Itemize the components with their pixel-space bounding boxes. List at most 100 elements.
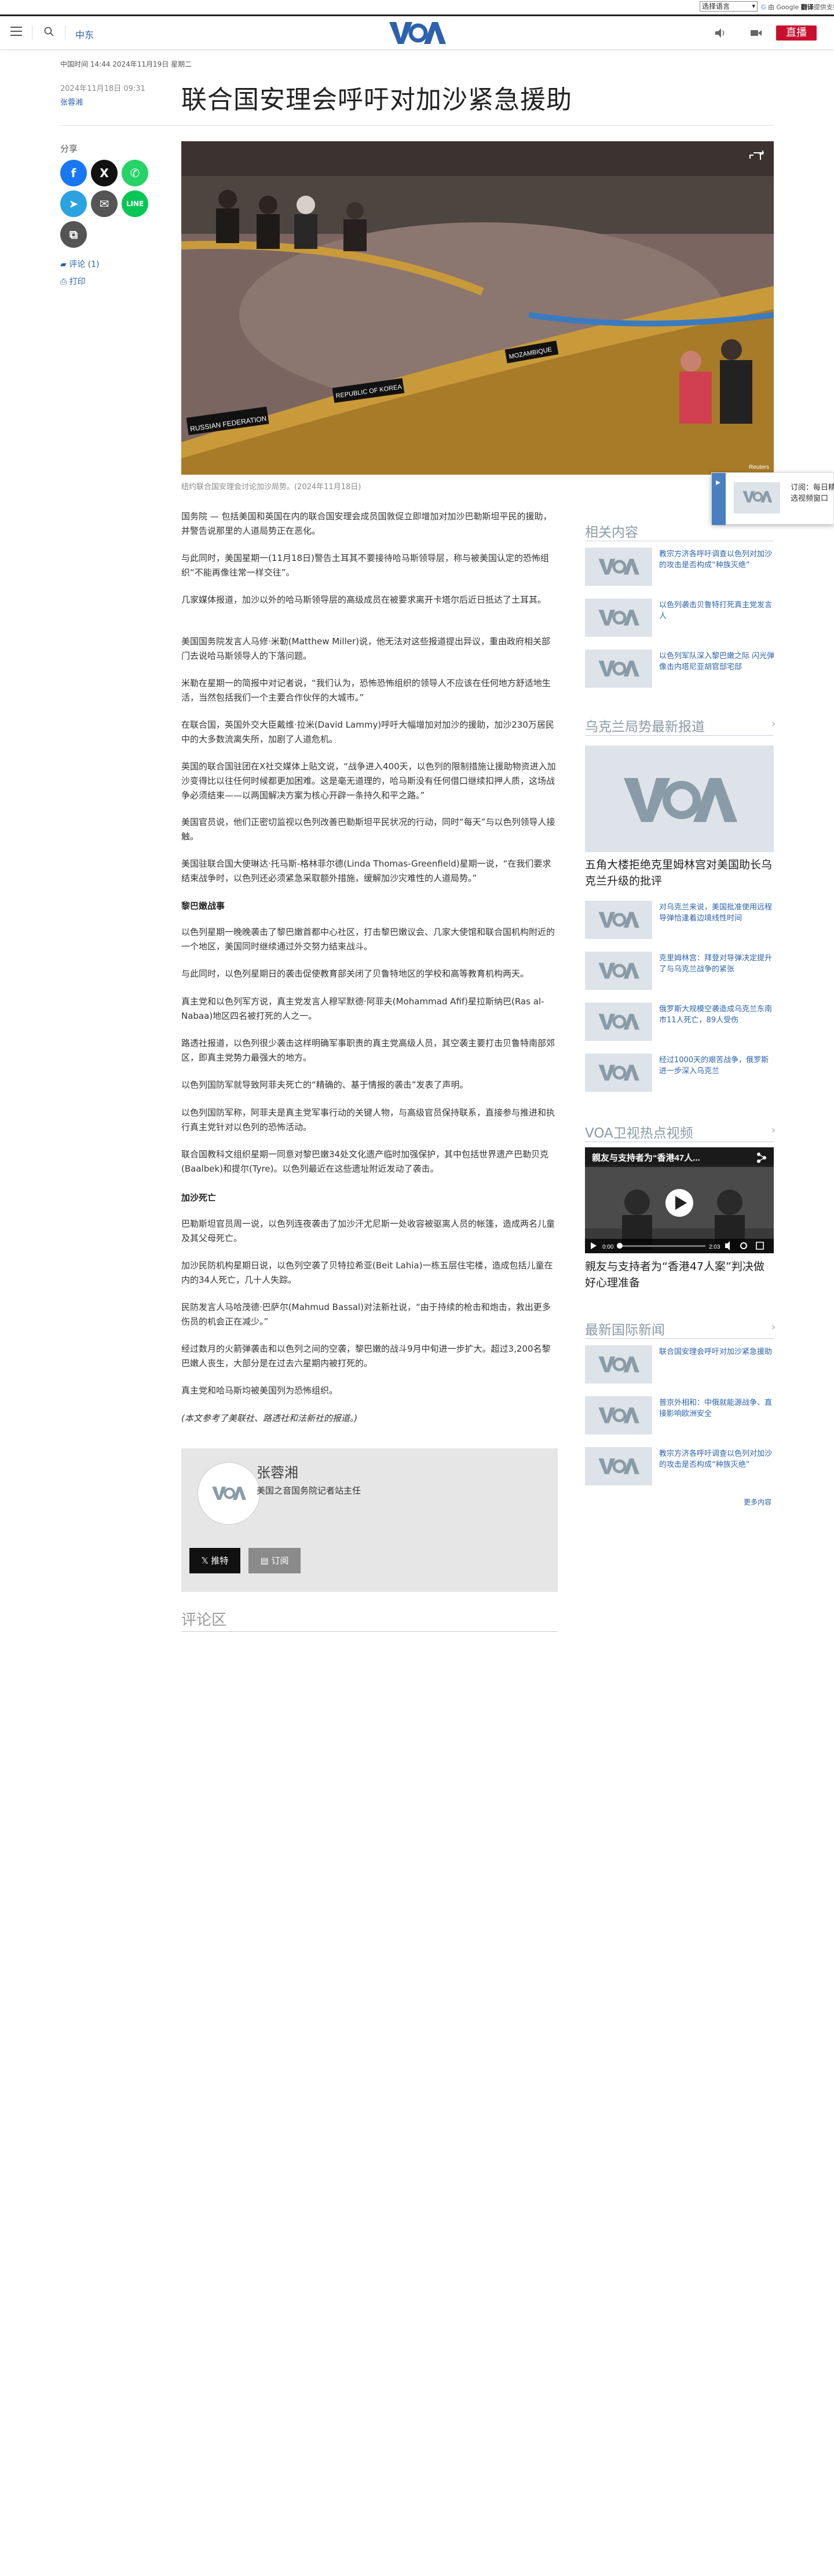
- ukraine-featured-image[interactable]: [585, 746, 774, 852]
- translate-suffix: 提供支持: [813, 3, 834, 11]
- related-thumbnail[interactable]: [585, 599, 652, 637]
- language-select[interactable]: 选择语言: [700, 1, 758, 12]
- line-icon: LINE: [126, 200, 144, 208]
- email-share-button[interactable]: ✉: [91, 190, 118, 217]
- body-paragraph: 在联合国，英国外交大臣戴维·拉米(David Lammy)呼吁大幅增加对加沙的援…: [181, 720, 554, 744]
- body-paragraph: 与此同时，以色列星期日的袭击促使教育部关闭了贝鲁特地区的学校和高等教育机构两天。: [181, 968, 529, 979]
- utility-bar: 选择语言 G 由 Google 翻译提供支持: [0, 0, 834, 16]
- body-paragraph: 以色列国防军就导致阿菲夫死亡的“精确的、基于情报的袭击”发表了声明。: [181, 1080, 469, 1090]
- video-icon[interactable]: [749, 27, 762, 39]
- video-scrubber[interactable]: [617, 1243, 623, 1249]
- image-caption: 纽约联合国安理会讨论加沙局势。(2024年11月18日): [181, 483, 361, 491]
- body-paragraph: 几家媒体报道，加沙以外的哈马斯领导层的高级成员在被要求离开卡塔尔后近日抵达了土耳…: [181, 595, 547, 605]
- intl-item[interactable]: 联合国安理会呼吁对加沙紧急援助: [659, 1346, 775, 1357]
- intl-heading[interactable]: 最新国际新闻 ›: [585, 1319, 776, 1338]
- intl-item[interactable]: 普京外相和：中俄就能源战争、直接影响欧洲安全: [659, 1397, 775, 1419]
- intl-thumbnail[interactable]: [585, 1345, 652, 1384]
- body-paragraph: 美国官员说，他们正密切监视以色列改善巴勒斯坦平民状况的行动，同时“每天”与以色列…: [181, 817, 555, 842]
- video-heading[interactable]: VOA卫视热点视频 ›: [585, 1122, 776, 1142]
- popup-text: 订阅：每日精选视频窗口: [791, 483, 834, 503]
- author-link[interactable]: 张蓉湘: [60, 96, 83, 107]
- chevron-right-icon: ›: [771, 718, 776, 730]
- sidebar-divider: [585, 735, 774, 736]
- whatsapp-share-button[interactable]: ✆: [122, 160, 148, 186]
- comments-link[interactable]: ▰ 评论 (1): [60, 258, 100, 270]
- author-avatar[interactable]: [197, 1462, 260, 1525]
- intl-thumbnail[interactable]: [585, 1396, 652, 1434]
- intl-thumbnail[interactable]: [585, 1447, 652, 1485]
- copy-link-button[interactable]: ⧉: [60, 221, 87, 248]
- video-progress[interactable]: [619, 1245, 705, 1247]
- body-paragraph: 巴勒斯坦官员周一说，以色列连夜袭击了加沙汗尤尼斯一处收容被驱离人员的帐篷，造成两…: [181, 1219, 555, 1243]
- share-label: 分享: [60, 144, 78, 154]
- ukraine-item[interactable]: 克里姆林宫：拜登对导弹决定提升了与乌克兰战争的紧张: [659, 953, 775, 975]
- ukraine-heading-label: 乌克兰局势最新报道: [585, 720, 705, 735]
- popup-logo: [734, 482, 780, 513]
- menu-icon[interactable]: [10, 27, 22, 37]
- related-item[interactable]: 以色列袭击贝鲁特打死真主党发言人: [659, 600, 775, 622]
- facebook-share-button[interactable]: f: [60, 160, 87, 186]
- title-divider: [60, 125, 774, 126]
- google-translate-credit[interactable]: G 由 Google 翻译提供支持: [761, 2, 834, 12]
- twitter-follow-button[interactable]: 𝕏 推特: [189, 1548, 240, 1573]
- collapse-icon[interactable]: ▸: [716, 476, 720, 487]
- popup-stripe[interactable]: ▸: [712, 473, 726, 525]
- subscribe-popup[interactable]: ▸ 订阅：每日精选视频窗口: [711, 472, 834, 525]
- facebook-icon: f: [71, 166, 76, 180]
- author-name[interactable]: 张蓉湘: [257, 1461, 298, 1481]
- intl-item[interactable]: 教宗方济各呼吁调查以色列对加沙的攻击是否构成“种族灭绝”: [659, 1448, 775, 1470]
- related-item[interactable]: 教宗方济各呼吁调查以色列对加沙的攻击是否构成“种族灭绝”: [659, 549, 775, 571]
- whatsapp-icon: ✆: [130, 166, 140, 180]
- video-caption[interactable]: 親友与支持者为“香港47人案”判决做好心理准备: [585, 1258, 774, 1291]
- related-thumbnail[interactable]: [585, 548, 652, 586]
- chevron-right-icon: ›: [771, 1321, 776, 1333]
- ukraine-item[interactable]: 对乌克兰来说，美国批准使用远程导弹恰逢着边境线性时间: [659, 902, 775, 924]
- ukraine-thumbnail[interactable]: [585, 952, 652, 990]
- translate-brand: 翻译: [800, 3, 814, 11]
- printer-icon: ⎙: [60, 277, 70, 287]
- author-role: 美国之音国务院记者站主任: [257, 1485, 361, 1496]
- x-icon: X: [100, 166, 109, 180]
- audio-icon[interactable]: [714, 27, 726, 39]
- ukraine-featured-title[interactable]: 五角大楼拒绝克里姆林宫对美国助长乌克兰升级的批评: [585, 857, 774, 889]
- category-link[interactable]: 中东: [75, 27, 94, 41]
- live-button[interactable]: 直播: [776, 25, 817, 41]
- play-icon[interactable]: [665, 1189, 693, 1217]
- hero-image[interactable]: RUSSIAN FEDERATION REPUBLIC OF KOREA MOZ…: [181, 141, 774, 475]
- translate-powered: 由 Google: [768, 3, 799, 11]
- subhead: 黎巴嫩战事: [181, 901, 225, 911]
- dateline: 中国时间 14:44 2024年11月19日 星期二: [60, 60, 192, 68]
- x-share-button[interactable]: X: [91, 160, 118, 186]
- body-paragraph: 路透社报道，以色列很少袭击这样明确军事职责的真主党高级人员，其空袭主要打击贝鲁特…: [181, 1038, 555, 1063]
- print-link-label: 打印: [69, 277, 86, 287]
- line-share-button[interactable]: LINE: [122, 190, 148, 217]
- ukraine-item[interactable]: 经过1000天的艰苦战争，俄罗斯进一步深入乌克兰: [659, 1055, 775, 1077]
- voa-logo[interactable]: [388, 21, 446, 45]
- more-link[interactable]: 更多内容: [744, 1497, 771, 1507]
- related-item[interactable]: 以色列军队深入黎巴嫩之际 闪光弹像击内塔尼亚胡官邸宅邸: [659, 651, 775, 673]
- email-icon: ✉: [99, 197, 109, 211]
- body-paragraph: 美国国务院发言人马修·米勒(Matthew Miller)说，他无法对这些报道提…: [181, 636, 550, 661]
- comments-heading: 评论区: [181, 1612, 227, 1629]
- body-paragraph: 加沙民防机构星期日说，以色列空袭了贝特拉希亚(Beit Lahia)一栋五层住宅…: [181, 1260, 553, 1285]
- ukraine-thumbnail[interactable]: [585, 1003, 652, 1041]
- intl-heading-label: 最新国际新闻: [585, 1323, 665, 1338]
- source-note: (本文参考了美联社、路透社和法新社的报道。): [181, 1413, 358, 1423]
- related-thumbnail[interactable]: [585, 649, 652, 688]
- ukraine-item[interactable]: 俄罗斯大规模空袭造成乌克兰东南市11人死亡，89人受伤: [659, 1004, 775, 1026]
- video-player[interactable]: 親友与支持者为“香港47人... 0:00 2:03: [585, 1147, 774, 1253]
- search-icon[interactable]: [43, 26, 55, 38]
- subscribe-button[interactable]: ▤ 订阅: [248, 1548, 301, 1573]
- body-paragraph: 与此同时，美国星期一(11月18日)警告土耳其不要接待哈马斯领导层，称与被美国认…: [181, 553, 549, 578]
- sidebar-divider: [585, 1338, 774, 1339]
- ukraine-heading[interactable]: 乌克兰局势最新报道 ›: [585, 715, 776, 735]
- print-link[interactable]: ⎙ 打印: [60, 276, 86, 287]
- ukraine-thumbnail[interactable]: [585, 1054, 652, 1092]
- comments-link-label: 评论 (1): [69, 260, 100, 269]
- publish-date: 2024年11月18日 09:31: [60, 85, 145, 93]
- video-duration: 2:03: [709, 1244, 720, 1250]
- body-paragraph: 美国驻联合国大使琳达·托马斯-格林菲尔德(Linda Thomas-Greenf…: [181, 858, 551, 883]
- body-paragraph: 国务院 — 包括美国和英国在内的联合国安理会成员国敦促立即增加对加沙巴勒斯坦平民…: [181, 511, 552, 536]
- ukraine-thumbnail[interactable]: [585, 901, 652, 939]
- telegram-share-button[interactable]: ➤: [60, 190, 87, 217]
